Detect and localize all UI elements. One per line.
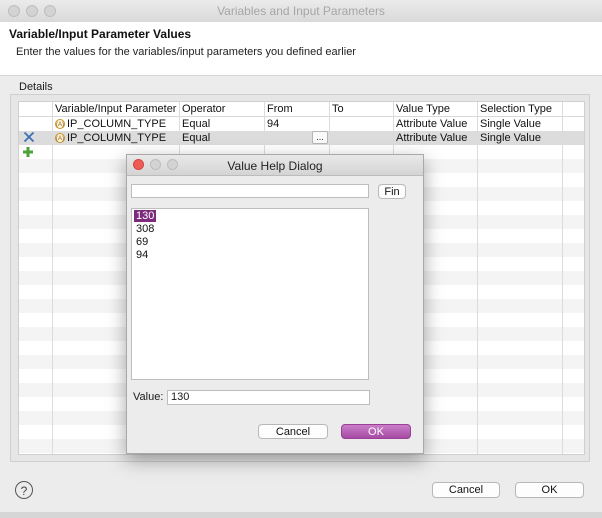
list-item[interactable]: 94 bbox=[134, 249, 150, 261]
column-header-operator[interactable]: Operator bbox=[182, 103, 225, 115]
row-selection-type-cell[interactable]: Single Value bbox=[480, 132, 541, 144]
column-header-from[interactable]: From bbox=[267, 103, 293, 115]
help-icon[interactable]: ? bbox=[15, 481, 33, 499]
dialog-value-input[interactable]: 130 bbox=[167, 390, 370, 405]
column-divider bbox=[52, 102, 53, 454]
dialog-ok-button[interactable]: OK bbox=[341, 424, 411, 439]
value-help-dialog: Value Help Dialog Fin 130 308 69 94 Valu… bbox=[126, 154, 424, 454]
from-value-help-button[interactable]: ... bbox=[312, 131, 328, 144]
dialog-value-label: Value: bbox=[133, 391, 164, 403]
dialog-values-list[interactable]: 130 308 69 94 bbox=[131, 208, 369, 380]
details-label: Details bbox=[19, 81, 53, 93]
row-from-cell[interactable]: 94 bbox=[267, 118, 279, 130]
column-header-to[interactable]: To bbox=[332, 103, 344, 115]
row-parameter-text: IP_COLUMN_TYPE bbox=[67, 132, 167, 144]
column-header-selection-type[interactable]: Selection Type bbox=[480, 103, 552, 115]
dialog-cancel-button[interactable]: Cancel bbox=[258, 424, 328, 439]
table-row[interactable]: (A) IP_COLUMN_TYPE Equal 94 Attribute Val… bbox=[19, 117, 584, 131]
row-selection-type-cell[interactable]: Single Value bbox=[480, 118, 541, 130]
dialog-search-input[interactable] bbox=[131, 184, 369, 198]
column-header-value-type[interactable]: Value Type bbox=[396, 103, 450, 115]
row-operator-cell[interactable]: Equal bbox=[182, 118, 210, 130]
dialog-find-button[interactable]: Fin bbox=[378, 184, 406, 199]
row-parameter-text: IP_COLUMN_TYPE bbox=[67, 118, 167, 130]
main-window: Variables and Input Parameters Variable/… bbox=[0, 0, 602, 518]
window-title: Variables and Input Parameters bbox=[217, 4, 385, 18]
list-item[interactable]: 130 bbox=[134, 210, 157, 222]
input-parameter-icon: (A) bbox=[55, 119, 65, 130]
page-header: Variable/Input Parameter Values Enter th… bbox=[0, 22, 602, 76]
add-row-icon[interactable] bbox=[22, 146, 34, 158]
column-divider bbox=[562, 102, 563, 454]
remove-row-icon[interactable] bbox=[23, 131, 35, 143]
cancel-button[interactable]: Cancel bbox=[432, 482, 500, 498]
bottom-edge bbox=[0, 512, 602, 518]
table-header: Variable/Input Parameter Operator From T… bbox=[19, 102, 584, 117]
window-titlebar: Variables and Input Parameters bbox=[0, 0, 602, 23]
list-item[interactable]: 308 bbox=[134, 223, 156, 235]
column-header-parameter[interactable]: Variable/Input Parameter bbox=[55, 103, 176, 115]
row-value-type-cell[interactable]: Attribute Value bbox=[396, 132, 467, 144]
page-title: Variable/Input Parameter Values bbox=[9, 27, 192, 41]
row-operator-cell[interactable]: Equal bbox=[182, 132, 210, 144]
column-divider bbox=[477, 102, 478, 454]
dialog-title: Value Help Dialog bbox=[227, 159, 323, 173]
input-parameter-icon: (A) bbox=[55, 133, 65, 144]
row-value-type-cell[interactable]: Attribute Value bbox=[396, 118, 467, 130]
table-row-selected[interactable]: (A) IP_COLUMN_TYPE Equal Attribute Value … bbox=[19, 131, 584, 145]
page-description: Enter the values for the variables/input… bbox=[16, 46, 356, 58]
list-item[interactable]: 69 bbox=[134, 236, 150, 248]
row-parameter-cell: (A) IP_COLUMN_TYPE bbox=[55, 118, 166, 130]
dialog-titlebar: Value Help Dialog bbox=[127, 155, 423, 176]
ok-button[interactable]: OK bbox=[515, 482, 584, 498]
row-parameter-cell: (A) IP_COLUMN_TYPE bbox=[55, 132, 166, 144]
